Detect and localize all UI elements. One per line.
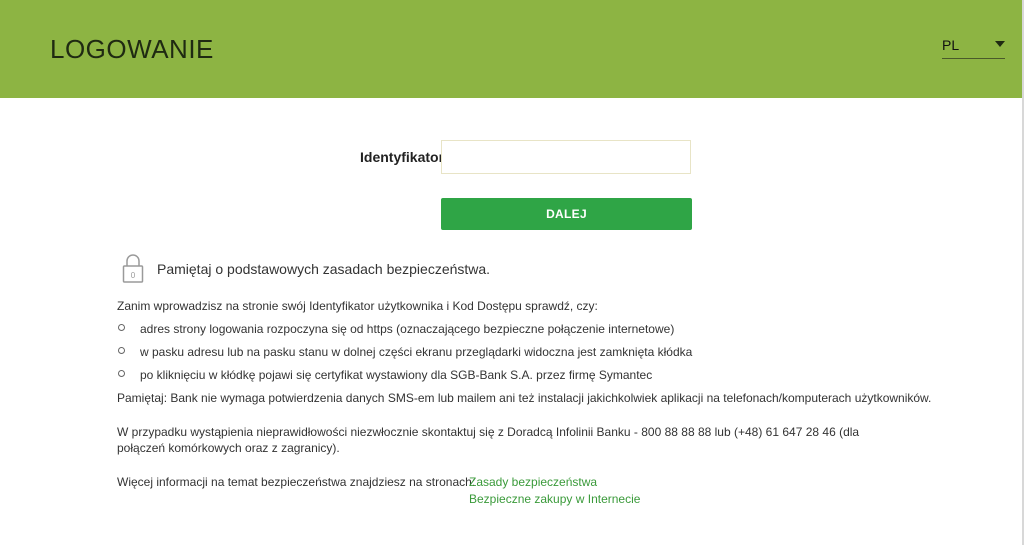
contact-notice: W przypadku wystąpienia nieprawidłowości…	[117, 425, 860, 455]
lock-glyph: 0	[131, 271, 136, 280]
chevron-down-icon	[995, 41, 1005, 47]
identifier-input[interactable]	[441, 140, 691, 174]
list-item-text: adres strony logowania rozpoczyna się od…	[140, 322, 675, 336]
list-item-text: po kliknięciu w kłódkę pojawi się certyf…	[140, 368, 653, 382]
security-rules-link[interactable]: Zasady bezpieczeństwa	[469, 475, 597, 489]
page-title: LOGOWANIE	[50, 34, 214, 64]
security-heading: Pamiętaj o podstawowych zasadach bezpiec…	[157, 261, 491, 277]
language-select[interactable]: PL	[942, 36, 1005, 59]
bullet-circle-icon	[118, 324, 125, 331]
next-button[interactable]: DALEJ	[441, 198, 692, 230]
header-bar: LOGOWANIE PL	[0, 0, 1022, 98]
language-selected-value: PL	[942, 37, 960, 53]
lock-icon: 0	[122, 254, 144, 283]
more-info-label: Więcej informacji na temat bezpieczeństw…	[117, 475, 476, 489]
remember-notice: Pamiętaj: Bank nie wymaga potwierdzenia …	[117, 391, 932, 405]
security-intro: Zanim wprowadzisz na stronie swój Identy…	[117, 299, 598, 313]
bullet-circle-icon	[118, 347, 125, 354]
safe-shopping-link[interactable]: Bezpieczne zakupy w Internecie	[469, 492, 640, 506]
identifier-label: Identyfikator	[360, 149, 445, 165]
login-page: LOGOWANIE PL Identyfikator DALEJ 0 Pamię…	[0, 0, 1024, 545]
bullet-circle-icon	[118, 370, 125, 377]
list-item-text: w pasku adresu lub na pasku stanu w doln…	[140, 345, 693, 359]
